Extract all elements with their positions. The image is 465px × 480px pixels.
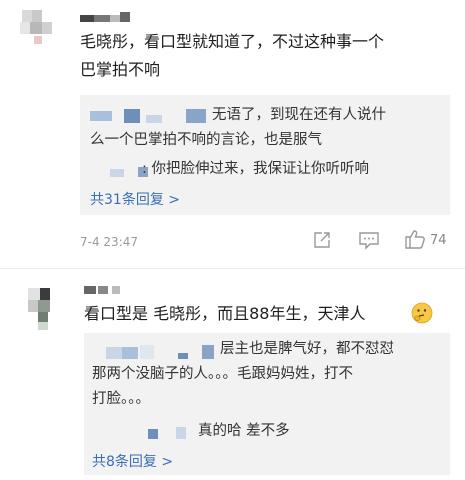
reply-username-pixelated xyxy=(90,109,208,123)
reply-text: 打脸。。。 xyxy=(92,391,150,407)
username-pixelated[interactable] xyxy=(80,12,140,24)
reply-text: 无语了，到现在还有人说什 xyxy=(212,107,386,123)
reply-text: 那两个没脑子的人。。。毛跟妈妈姓，打不 xyxy=(92,366,353,382)
reply-item[interactable]: 真的哈 差不多 xyxy=(84,419,450,445)
like-icon[interactable] xyxy=(404,228,426,250)
reply-username-pixelated xyxy=(92,423,202,439)
like-count: 74 xyxy=(430,233,447,248)
thinking-face-emoji xyxy=(411,302,433,324)
timestamp: 7-4 23:47 xyxy=(80,235,138,249)
comment-text-line: 毛晓彤，看口型就知道了，不过这种事一个 xyxy=(80,32,385,51)
reply-item[interactable]: 层主也是脾气好，都不怼怼 那两个没脑子的人。。。毛跟妈妈姓，打不 打脸。。。 xyxy=(84,337,450,415)
comment-text: 毛晓彤，看口型就知道了，不过这种事一个 巴掌拍不响 xyxy=(80,28,450,84)
reply-text: 么一个巴掌拍不响的言论，也是服气 xyxy=(90,132,322,148)
comment-icon[interactable] xyxy=(358,230,380,250)
reply-item[interactable]: 无语了，到现在还有人说什 么一个巴掌拍不响的言论，也是服气 xyxy=(80,101,450,151)
username-pixelated[interactable] xyxy=(84,284,144,296)
expand-replies-link[interactable]: 共8条回复 > xyxy=(92,451,173,471)
reply-username-pixelated xyxy=(90,161,150,177)
reply-username-pixelated xyxy=(92,345,224,361)
expand-replies-link[interactable]: 共31条回复 > xyxy=(90,189,180,209)
divider xyxy=(0,268,465,269)
reply-item[interactable]: : 你把脸伸过来，我保证让你听听响 xyxy=(80,157,450,183)
comment-text-line: 巴掌拍不响 xyxy=(80,60,161,79)
comment-text: 看口型是 毛晓彤，而且88年生，天津人 xyxy=(84,304,366,323)
reply-text: 层主也是脾气好，都不怼怼 xyxy=(220,341,394,357)
replies-box: 无语了，到现在还有人说什 么一个巴掌拍不响的言论，也是服气 : 你把脸伸过来，我… xyxy=(80,95,450,215)
avatar[interactable] xyxy=(14,6,62,50)
share-icon[interactable] xyxy=(312,230,332,250)
replies-box: 层主也是脾气好，都不怼怼 那两个没脑子的人。。。毛跟妈妈姓，打不 打脸。。。 真… xyxy=(84,333,450,475)
avatar[interactable] xyxy=(28,280,68,336)
reply-text: : 你把脸伸过来，我保证让你听听响 xyxy=(142,161,369,177)
reply-text: 真的哈 差不多 xyxy=(198,423,290,439)
